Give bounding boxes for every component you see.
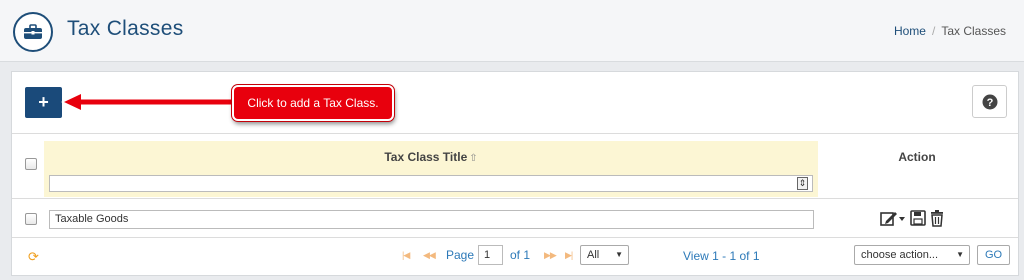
refresh-icon[interactable]: ⟳ [28,249,39,265]
select-all-checkbox[interactable] [25,158,37,170]
filter-clear-icon[interactable]: ⇕ [797,177,808,190]
bulk-action-select[interactable]: choose action... ▼ [854,245,970,265]
page-header: Tax Classes Home / Tax Classes [0,0,1024,62]
breadcrumb-home-link[interactable]: Home [894,24,926,38]
tax-classes-panel: + Click to add a Tax Class. ? Tax Class … [11,71,1019,276]
page-size-select[interactable]: All ▼ [580,245,629,265]
add-tax-class-button[interactable]: + [25,87,62,118]
chevron-down-icon: ▼ [956,250,964,259]
briefcase-icon [13,12,53,52]
row-actions [880,209,944,227]
go-button[interactable]: GO [977,245,1010,265]
help-button[interactable]: ? [972,85,1007,118]
prev-page-icon[interactable]: ◀◀ [423,250,436,261]
add-tax-class-callout: Click to add a Tax Class. [232,85,394,121]
row-checkbox[interactable] [25,213,37,225]
breadcrumb-current: Tax Classes [941,24,1006,38]
title-column-label[interactable]: Tax Class Title ⇧ [44,150,818,164]
page-count-label: of 1 [510,248,531,262]
view-range-text: View 1 - 1 of 1 [683,249,760,263]
first-page-icon[interactable]: |◀ [402,250,410,261]
title-column-header: Tax Class Title ⇧ ⇕ [44,141,818,197]
page-title: Tax Classes [67,17,184,40]
breadcrumb-separator: / [931,24,936,38]
callout-arrow-icon [61,92,235,112]
page-label: Page [446,248,475,262]
table-row: Taxable Goods [12,200,1018,238]
action-column-header: Action [898,150,936,164]
breadcrumb: Home / Tax Classes [894,24,1006,38]
help-icon: ? [982,94,997,109]
svg-text:?: ? [986,97,993,109]
page-number-input[interactable]: 1 [478,245,503,265]
chevron-down-icon: ▼ [615,250,623,259]
edit-dropdown-icon[interactable] [880,209,906,227]
tax-class-title-field[interactable]: Taxable Goods [49,210,814,229]
delete-icon[interactable] [930,209,944,227]
table-pager: ⟳ |◀ ◀◀ Page 1 of 1 ▶▶ ▶| All ▼ View 1 - … [12,238,1018,275]
next-page-icon[interactable]: ▶▶ [544,250,557,261]
title-filter-input[interactable]: ⇕ [49,175,813,192]
last-page-icon[interactable]: ▶| [565,250,573,261]
table-header: Tax Class Title ⇧ ⇕ Action [12,133,1018,199]
sort-icon: ⇧ [469,153,478,164]
save-icon[interactable] [910,210,926,226]
